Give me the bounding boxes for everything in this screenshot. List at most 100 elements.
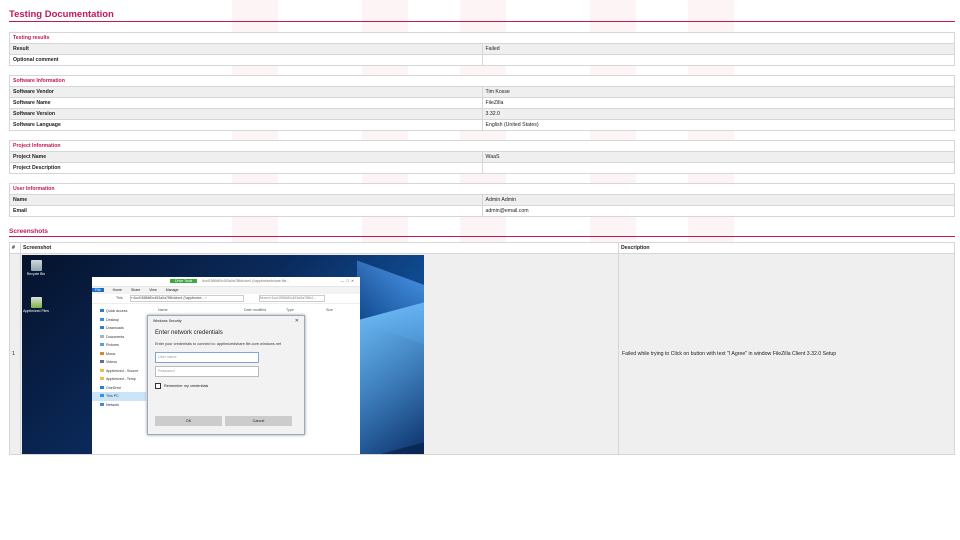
section-heading: Software Information [9, 75, 955, 87]
nav-item: Desktop [92, 316, 146, 325]
download-icon [100, 326, 104, 329]
row-key: Software Version [9, 108, 483, 120]
star-icon [100, 309, 104, 312]
computer-icon [100, 394, 104, 397]
table-row: Optional comment [9, 54, 955, 66]
navigation-pane: Quick access Desktop Downloads Documents… [92, 307, 146, 409]
recycle-bin-icon [30, 260, 42, 271]
desktop-icon-label: Recycle Bin [26, 272, 46, 276]
nav-item: Apptimized - Temp [92, 375, 146, 384]
close-icon: ✕ [294, 318, 299, 324]
row-key: Project Description [9, 162, 483, 174]
row-value [481, 162, 955, 174]
table-row: Software Language English (United States… [9, 119, 955, 131]
dialog-buttons: OK Cancel [155, 416, 295, 426]
row-number: 1 [9, 253, 21, 455]
window-controls: — ☐ ✕ [340, 279, 354, 283]
row-value: FileZilla [481, 97, 955, 109]
screenshots-divider [9, 236, 955, 237]
nav-item: Quick access [92, 307, 146, 316]
credentials-dialog: Windows Security ✕ Enter network credent… [147, 315, 305, 435]
section-heading: Testing results [9, 32, 955, 44]
section-heading: User Information [9, 183, 955, 195]
table-row: Project Description [9, 162, 955, 174]
column-header-screenshot: Screenshot [20, 242, 619, 254]
screenshots-heading: Screenshots [9, 228, 49, 235]
row-key: Project Name [9, 151, 483, 163]
document-icon [100, 334, 104, 338]
nav-item: Network [92, 401, 146, 410]
video-icon [100, 360, 104, 363]
ribbon-tab-file: File [92, 288, 104, 292]
desktop-icon-label: Apptimized Files [23, 309, 49, 313]
search-box: Search 6ccf15866f0c453a0a7f8b4... [258, 295, 325, 302]
table-row: 1 Recycle Bin Apptimized Files Drive Too… [9, 253, 955, 455]
row-value: WaaS [481, 151, 955, 163]
nav-item: Music [92, 350, 146, 359]
row-key: Software Vendor [9, 86, 483, 98]
row-key: Email [9, 205, 483, 217]
dialog-title: Windows Security [153, 319, 182, 323]
section-heading: Project Information [9, 140, 955, 152]
screenshot-image[interactable]: Recycle Bin Apptimized Files Drive Tools… [22, 255, 424, 454]
nav-item: Videos [92, 358, 146, 367]
ribbon-tab-share: Share [130, 288, 141, 292]
cancel-button: Cancel [225, 416, 292, 426]
ribbon-tab-manage: Manage [165, 288, 179, 292]
network-drive-icon [30, 297, 42, 308]
row-key: Optional comment [9, 54, 483, 66]
desktop-icon [100, 317, 104, 321]
password-field: Password [155, 366, 259, 377]
user-information-table: User Information Name Admin Admin Email … [9, 183, 955, 217]
testing-results-table: Testing results Result Failed Optional c… [9, 32, 955, 66]
software-information-table: Software Information Software Vendor Tim… [9, 75, 955, 131]
desktop-icon-recycle-bin: Recycle Bin [22, 260, 50, 276]
explorer-address-row: This « 6ccf15866f0c453a0a7f8b4cbe4 (\\ap… [92, 294, 360, 304]
column-header-description: Description [618, 242, 955, 254]
row-value [481, 54, 955, 66]
row-key: Software Name [9, 97, 483, 109]
column-name: Name [158, 308, 168, 312]
screenshot-cell: Recycle Bin Apptimized Files Drive Tools… [20, 253, 619, 455]
column-size: Size [326, 308, 333, 312]
screenshots-table: # Screenshot Description 1 Recycle Bin A… [9, 242, 955, 455]
row-value: admin@email.com [481, 205, 955, 217]
table-row: Software Name FileZilla [9, 97, 955, 109]
folder-icon [100, 377, 104, 380]
username-field: User name [155, 352, 259, 363]
table-row: Name Admin Admin [9, 194, 955, 206]
explorer-ribbon: File Home Share View Manage [92, 287, 360, 294]
nav-item: Documents [92, 333, 146, 342]
drive-tools-tab: Drive Tools [170, 279, 198, 283]
window-title: 6ccf15866f0c453a0a7f8b4cbe4 (\\apptimize… [202, 279, 290, 283]
row-value: Admin Admin [481, 194, 955, 206]
nav-item: OneDrive [92, 384, 146, 393]
table-row: Result Failed [9, 43, 955, 55]
row-key: Software Language [9, 119, 483, 131]
table-row: Software Vendor Tim Kosse [9, 86, 955, 98]
row-key: Name [9, 194, 483, 206]
table-row: Project Name WaaS [9, 151, 955, 163]
ok-button: OK [155, 416, 222, 426]
address-bar: « 6ccf15866f0c453a0a7f8b4cbe4 (\\apptimi… [129, 295, 244, 302]
ribbon-tab-home: Home [112, 288, 122, 292]
row-description: Failed while trying to Click on button w… [618, 253, 955, 455]
title-divider [9, 21, 955, 22]
nav-item: This PC [92, 392, 146, 401]
address-label: This [116, 296, 123, 300]
column-header-number: # [9, 242, 21, 254]
music-icon [100, 351, 104, 355]
network-icon [100, 402, 104, 406]
dialog-heading: Enter network credentials [155, 330, 223, 336]
checkbox-icon [155, 383, 161, 389]
nav-item: Pictures [92, 341, 146, 350]
row-value: English (United States) [481, 119, 955, 131]
nav-item: Apptimized - Source [92, 367, 146, 376]
row-value: Failed [481, 43, 955, 55]
desktop-icon-apptimized-files: Apptimized Files [22, 297, 50, 313]
explorer-title-bar: Drive Tools 6ccf15866f0c453a0a7f8b4cbe4 … [92, 277, 360, 287]
column-type: Type [286, 308, 294, 312]
row-key: Result [9, 43, 483, 55]
row-value: Tim Kosse [481, 86, 955, 98]
table-row: Email admin@email.com [9, 205, 955, 217]
